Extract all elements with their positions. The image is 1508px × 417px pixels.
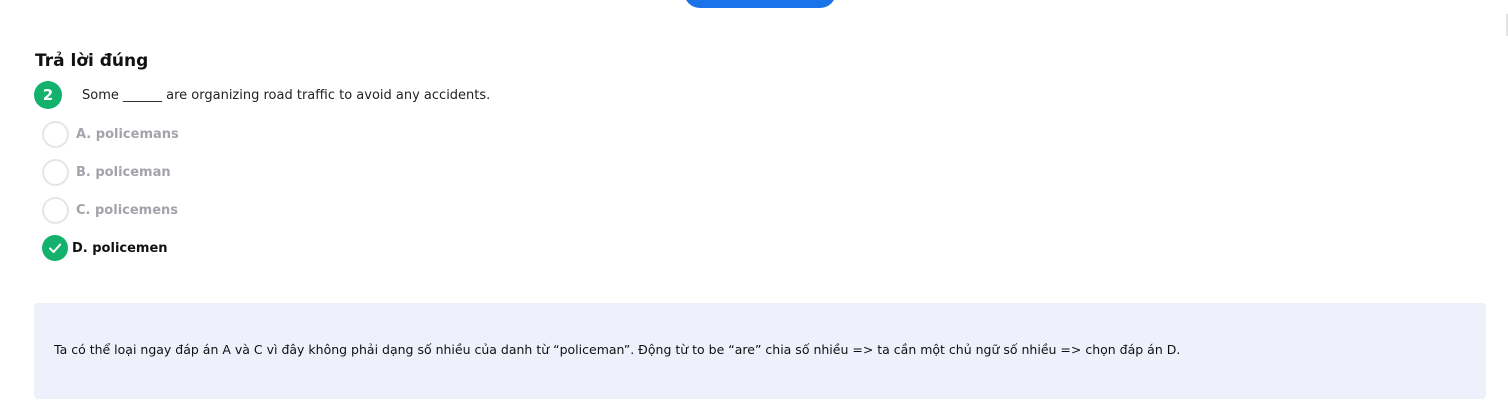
option-b[interactable]: B. policeman (42, 158, 179, 186)
option-a[interactable]: A. policemans (42, 120, 179, 148)
answer-options: A. policemans B. policeman C. policemens… (42, 120, 179, 272)
question-text: Some ______ are organizing road traffic … (82, 87, 491, 103)
option-label: C. policemens (76, 202, 179, 218)
question-number-badge: 2 (34, 81, 62, 109)
option-label: D. policemen (72, 240, 168, 256)
quiz-result-page: Trả lời đúng 2 Some ______ are organizin… (0, 0, 1508, 417)
option-label: B. policeman (76, 164, 171, 180)
check-circle-icon (42, 235, 68, 261)
explanation-text: Ta có thể loại ngay đáp án A và C vì đây… (54, 342, 1181, 357)
option-c[interactable]: C. policemens (42, 196, 179, 224)
explanation-box: Ta có thể loại ngay đáp án A và C vì đây… (34, 303, 1486, 399)
radio-button[interactable] (42, 158, 69, 186)
radio-button[interactable] (42, 120, 69, 148)
section-title: Trả lời đúng (35, 51, 149, 71)
top-action-button[interactable] (684, 0, 836, 8)
question-row: 2 Some ______ are organizing road traffi… (34, 81, 491, 109)
radio-button[interactable] (42, 196, 69, 224)
option-d[interactable]: D. policemen (42, 234, 179, 262)
option-label: A. policemans (76, 126, 179, 142)
